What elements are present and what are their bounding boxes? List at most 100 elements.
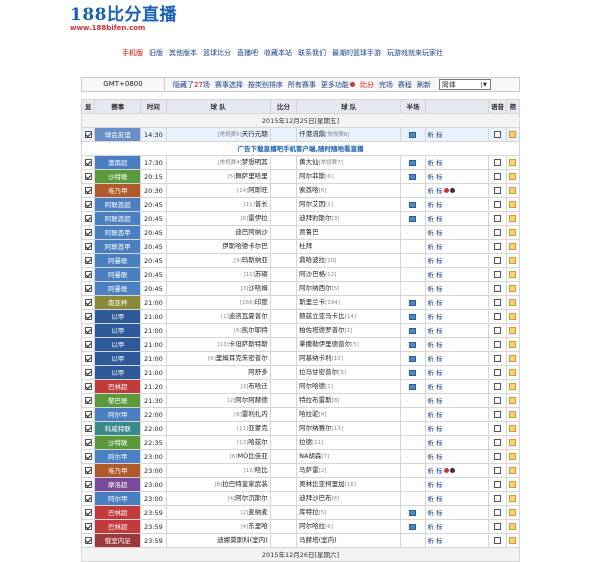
col-time[interactable]: 时间 [140, 99, 167, 114]
show-checkbox[interactable] [84, 187, 92, 194]
home-team[interactable]: MO比佳亚 [238, 452, 268, 460]
match-row[interactable]: 巴林超 21:20 [3]布哈迁 阿尔哈德[1] 析 标 [80, 379, 521, 394]
analysis-link[interactable]: 析 [428, 481, 435, 489]
voice-checkbox[interactable] [493, 523, 501, 530]
favorite-icon[interactable] [509, 369, 517, 376]
home-team[interactable]: 普长 [255, 200, 268, 208]
odds-link[interactable]: 标 [436, 173, 443, 181]
away-team[interactable]: 仟港流鼎 [299, 130, 325, 138]
voice-checkbox[interactable] [493, 327, 501, 334]
favorite-icon[interactable] [509, 299, 517, 306]
voice-checkbox[interactable] [493, 243, 501, 250]
match-row[interactable]: 阿联酋甲 20:45 伊斯哈德卡尔巴 杜拜 析 标 [80, 239, 521, 254]
voice-checkbox[interactable] [493, 173, 501, 180]
odds-link[interactable]: 标 [436, 369, 443, 377]
voice-checkbox[interactable] [493, 369, 501, 376]
match-row[interactable]: 埃乃甲 23:00 [12]哈比 马萨雷[2] 析 标 [80, 463, 521, 478]
analysis-link[interactable]: 析 [428, 509, 435, 517]
match-row[interactable]: 阿联酋甲 20:45 迪巴阿纳沙 贾鲁巴 析 标 [80, 225, 521, 240]
league-label[interactable]: 以甲 [96, 339, 140, 351]
away-team[interactable]: 黄大仙 [299, 158, 319, 166]
show-checkbox[interactable] [84, 131, 92, 138]
analysis-link[interactable]: 析 [428, 383, 435, 391]
score[interactable] [269, 295, 298, 310]
favorite-icon[interactable] [509, 481, 517, 488]
finished-tab[interactable]: 完场 [379, 80, 393, 90]
tv-icon[interactable] [409, 509, 417, 516]
analysis-link[interactable]: 析 [428, 439, 435, 447]
nav-link[interactable]: 玩游戏就来玩家社 [387, 48, 443, 58]
league-label[interactable]: 以甲 [96, 367, 140, 379]
tv-icon[interactable] [409, 369, 417, 376]
home-team[interactable]: 伊斯哈德卡尔巴 [222, 242, 268, 250]
score[interactable] [269, 365, 298, 380]
score[interactable] [269, 407, 298, 422]
match-row[interactable]: 以甲 21:00 [1]迪咨瓦夏普尔 赫兹立亚马卡比[14] 析 标 [80, 309, 521, 324]
show-checkbox[interactable] [84, 159, 92, 166]
favorite-icon[interactable] [509, 327, 517, 334]
home-team[interactable]: 哈比 [255, 466, 268, 474]
away-team[interactable]: 鼎哈波拉 [299, 256, 325, 264]
home-team[interactable]: 迪娜莫斯科(室内) [217, 536, 268, 544]
away-team[interactable]: NA胡森 [299, 452, 321, 460]
score[interactable] [269, 211, 298, 226]
league-label[interactable]: 以甲 [96, 353, 140, 365]
analysis-link[interactable]: 析 [428, 355, 435, 363]
league-label[interactable]: 埃乃甲 [96, 465, 140, 477]
analysis-link[interactable]: 析 [428, 495, 435, 503]
match-row[interactable]: 澳南超 17:30 [常规赛4]梦想明其 黄大仙[常规赛7] 析 标 [80, 155, 521, 170]
away-team[interactable]: 阿尔艾因 [299, 200, 325, 208]
show-checkbox[interactable] [84, 481, 92, 488]
tv-icon[interactable] [409, 131, 417, 138]
voice-checkbox[interactable] [493, 215, 501, 222]
match-row[interactable]: 南亚杯 21:00 [166]印度 斯里兰卡[194] 析 标 [80, 295, 521, 310]
league-label[interactable]: 沙特联 [96, 171, 140, 183]
odds-link[interactable]: 标 [436, 537, 443, 545]
analysis-link[interactable]: 析 [428, 131, 435, 139]
home-team[interactable]: 迪咨瓦夏普尔 [229, 312, 268, 320]
match-row[interactable]: 科威特联 22:00 [11]亚蒙克 阿尔纳赛尔[13] 析 标 [80, 421, 521, 436]
score[interactable] [269, 477, 298, 492]
league-label[interactable]: 黎巴联 [96, 395, 140, 407]
analysis-link[interactable]: 析 [428, 229, 435, 237]
home-team[interactable]: 天行元期 [242, 130, 268, 138]
match-row[interactable]: 球会友谊 14:30 [常规赛5]天行元期 仟港流鼎[常规赛8] 析 标 [80, 127, 521, 142]
home-team[interactable]: 舞萨里哈里 [235, 172, 268, 180]
odds-link[interactable]: 标 [436, 383, 443, 391]
league-label[interactable]: 巴林超 [96, 521, 140, 533]
show-checkbox[interactable] [84, 271, 92, 278]
away-team[interactable]: 阿尔纳西尔 [299, 284, 332, 292]
analysis-link[interactable]: 析 [428, 467, 435, 475]
show-checkbox[interactable] [84, 495, 92, 502]
odds-link[interactable]: 标 [436, 201, 443, 209]
score[interactable] [269, 533, 298, 548]
score[interactable] [269, 491, 298, 506]
away-team[interactable]: 赫兹立亚马卡比 [299, 312, 345, 320]
league-label[interactable]: 阿曼联 [96, 269, 140, 281]
odds-link[interactable]: 标 [436, 313, 443, 321]
analysis-link[interactable]: 析 [428, 243, 435, 251]
schedule-tab[interactable]: 赛程 [398, 80, 412, 90]
league-label[interactable]: 阿尔甲 [96, 493, 140, 505]
analysis-link[interactable]: 析 [428, 187, 435, 195]
away-team[interactable]: 奥林比亚柯里加 [299, 480, 345, 488]
league-label[interactable]: 巴林超 [96, 381, 140, 393]
match-row[interactable]: 阿曼联 20:45 [9]玛斯纳亚 鼎哈波拉[10] 析 标 [80, 253, 521, 268]
show-checkbox[interactable] [84, 313, 92, 320]
league-label[interactable]: 阿联酋超 [96, 199, 140, 211]
sort-link[interactable]: 按类别排序 [248, 80, 283, 90]
analysis-link[interactable]: 析 [428, 341, 435, 349]
tv-icon[interactable] [409, 215, 417, 222]
match-row[interactable]: 阿联酋超 20:45 [11]普长 阿尔艾因[1] 析 标 [80, 197, 521, 212]
home-team[interactable]: 卡坦萨斯特斯 [229, 340, 268, 348]
score[interactable] [269, 379, 298, 394]
score[interactable] [269, 463, 298, 478]
away-team[interactable]: 阿尔纳赛尔 [299, 424, 332, 432]
voice-checkbox[interactable] [493, 537, 501, 544]
odds-link[interactable]: 标 [436, 257, 443, 265]
league-label[interactable]: 阿联酋甲 [96, 227, 140, 239]
all-leagues-link[interactable]: 所有赛事 [288, 80, 316, 90]
voice-checkbox[interactable] [493, 257, 501, 264]
favorite-icon[interactable] [509, 467, 517, 474]
voice-checkbox[interactable] [493, 299, 501, 306]
